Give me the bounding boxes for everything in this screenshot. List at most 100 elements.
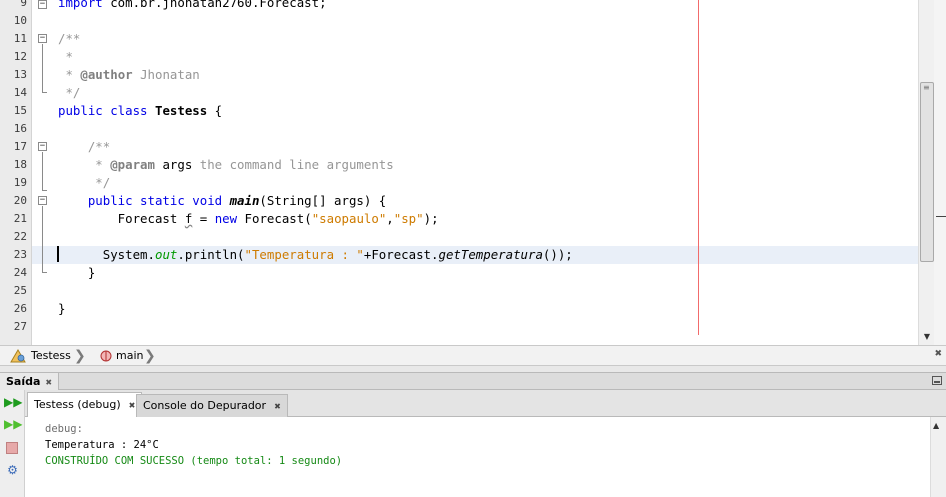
code-token: System. (58, 247, 155, 262)
breadcrumb-class[interactable]: Testess (31, 346, 71, 366)
line-number: 23 (13, 248, 27, 261)
code-token: main (229, 193, 260, 208)
close-icon[interactable]: ✖ (934, 349, 942, 359)
output-window-header: Saída ✖ (0, 372, 946, 390)
code-token: /** (58, 31, 81, 46)
minimize-window-icon[interactable] (932, 376, 942, 385)
fold-toggle-icon[interactable]: − (38, 0, 47, 9)
output-tab[interactable]: Testess (debug) ✖ (27, 392, 143, 417)
code-text: * @param args the command line arguments (58, 156, 394, 174)
code-text: } (58, 264, 95, 282)
code-line[interactable] (32, 12, 918, 30)
scroll-up-arrow-icon[interactable]: ▲ (933, 421, 939, 430)
code-text: * @author Jhonatan (58, 66, 199, 84)
code-line[interactable]: /** (32, 138, 918, 156)
code-line[interactable]: System.out.println("Temperatura : "+Fore… (32, 246, 918, 264)
code-line[interactable]: public static void main(String[] args) { (32, 192, 918, 210)
output-tab[interactable]: Console do Depurador ✖ (136, 394, 288, 417)
breadcrumb-separator-icon: ❯ (144, 348, 156, 364)
output-vertical-scrollbar[interactable]: ▲ (930, 417, 946, 497)
line-number: 19 (13, 176, 27, 189)
code-text: */ (58, 174, 110, 192)
code-text: */ (58, 84, 80, 102)
code-line[interactable] (32, 228, 918, 246)
text-caret (57, 246, 59, 262)
code-line[interactable] (32, 318, 918, 336)
error-stripe[interactable] (934, 0, 946, 345)
code-token: import (58, 0, 111, 10)
code-line[interactable]: import com.br.jhonatan2760.Forecast; (32, 0, 918, 12)
code-token: args (154, 157, 193, 172)
code-line[interactable]: } (32, 300, 918, 318)
code-line[interactable]: * (32, 48, 918, 66)
code-line[interactable]: * @param args the command line arguments (32, 156, 918, 174)
code-text: public class Testess { (58, 102, 222, 120)
code-token: the command line arguments (192, 157, 394, 172)
code-line[interactable]: public class Testess { (32, 102, 918, 120)
line-number: 20 (13, 194, 27, 207)
fold-toggle-icon[interactable]: − (38, 196, 47, 205)
code-text: public static void main(String[] args) { (58, 192, 386, 210)
code-text: Forecast f = new Forecast("saopaulo","sp… (58, 210, 439, 228)
fold-guide (42, 206, 43, 272)
code-line[interactable]: } (32, 264, 918, 282)
console-line: Temperatura : 24°C (45, 439, 159, 451)
console-line: CONSTRUÍDO COM SUCESSO (tempo total: 1 s… (45, 455, 343, 467)
code-token: } (58, 301, 66, 316)
code-area[interactable]: import com.br.jhonatan2760.Forecast;/** … (32, 0, 918, 345)
output-window-title: Saída (6, 375, 41, 388)
line-number: 9 (20, 0, 27, 9)
rerun-options-icon[interactable]: ▶▶ (4, 416, 22, 432)
close-icon[interactable]: ✖ (129, 401, 136, 410)
settings-icon[interactable]: ⚙ (4, 462, 21, 478)
code-token: * (58, 67, 81, 82)
line-number: 18 (13, 158, 27, 171)
error-stripe-mark[interactable] (936, 216, 946, 217)
code-line[interactable]: /** (32, 30, 918, 48)
code-line[interactable]: */ (32, 84, 918, 102)
code-token: } (58, 265, 96, 280)
breadcrumb-separator-icon: ❯ (74, 348, 86, 364)
output-tab-label: Console do Depurador (143, 399, 267, 412)
code-token: */ (58, 175, 111, 190)
scroll-down-arrow-icon[interactable]: ▼ (920, 330, 934, 344)
code-line[interactable] (32, 120, 918, 138)
code-token: { (207, 103, 223, 118)
line-number: 26 (13, 302, 27, 315)
scrollbar-thumb[interactable] (920, 82, 934, 262)
code-token: @author (80, 67, 133, 82)
code-token: ()); (542, 247, 573, 262)
code-line[interactable]: */ (32, 174, 918, 192)
stop-icon[interactable] (4, 440, 21, 456)
line-number: 15 (13, 104, 27, 117)
code-line[interactable]: Forecast f = new Forecast("saopaulo","sp… (32, 210, 918, 228)
code-token: */ (58, 85, 81, 100)
right-margin-guide (698, 0, 699, 335)
fold-guide-end (42, 92, 47, 93)
line-number: 11 (13, 32, 27, 45)
code-text: /** (58, 30, 80, 48)
code-token: (String[] args) { (259, 193, 387, 208)
line-number: 17 (13, 140, 27, 153)
code-editor[interactable]: 9 10 11 12 13 14 15 16 17 18 19 20 21 22 23 24 25 26 27 im… (0, 0, 946, 345)
rerun-icon[interactable]: ▶▶ (4, 394, 22, 410)
fold-toggle-icon[interactable]: − (38, 142, 47, 151)
code-text: import com.br.jhonatan2760.Forecast; (58, 0, 327, 12)
code-token: public static void (58, 193, 230, 208)
close-icon[interactable]: ✖ (45, 378, 52, 387)
code-line[interactable]: * @author Jhonatan (32, 66, 918, 84)
breadcrumb-method[interactable]: main (116, 346, 143, 366)
output-window-tab[interactable]: Saída ✖ (0, 373, 60, 390)
fold-toggle-icon[interactable]: − (38, 34, 47, 43)
line-number: 16 (13, 122, 27, 135)
line-number: 10 (13, 14, 27, 27)
code-line[interactable] (32, 282, 918, 300)
code-token: out (154, 247, 178, 262)
output-tab-label: Testess (debug) (34, 398, 121, 411)
output-console[interactable]: debug: Temperatura : 24°C CONSTRUÍDO COM S… (25, 417, 930, 497)
line-number: 21 (13, 212, 27, 225)
close-icon[interactable]: ✖ (274, 402, 281, 411)
line-number: 12 (13, 50, 27, 63)
editor-vertical-scrollbar[interactable]: ≡ ▼ (918, 0, 934, 345)
code-text: System.out.println("Temperatura : "+Fore… (58, 246, 573, 264)
